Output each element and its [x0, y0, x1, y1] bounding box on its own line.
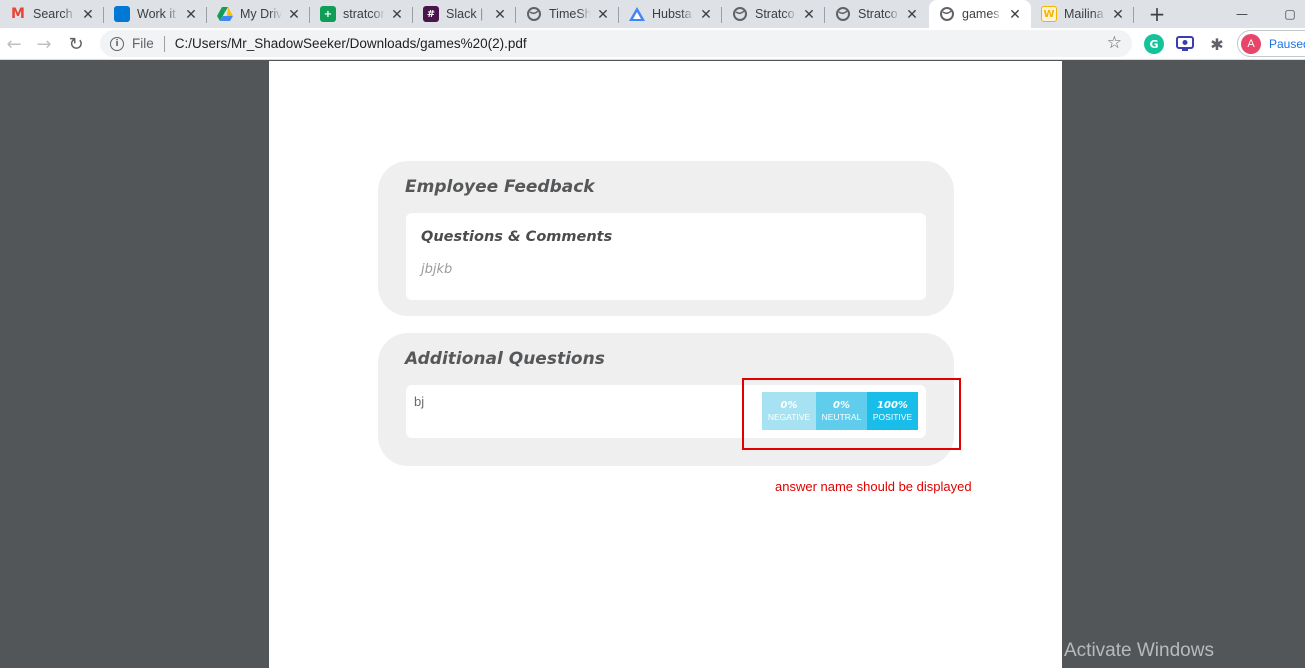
globe-icon: [939, 6, 955, 22]
forward-button[interactable]: →: [32, 32, 56, 56]
tab-title: stratcom: [343, 7, 385, 21]
tab-title: Slack |: [446, 7, 484, 21]
tab-title: Mailina: [1064, 7, 1104, 21]
screen-extension-icon[interactable]: [1175, 34, 1195, 54]
google-sheets-icon: +: [320, 6, 336, 22]
url-text[interactable]: C:/Users/Mr_ShadowSeeker/Downloads/games…: [175, 36, 527, 51]
tab-title: Stratco: [755, 7, 795, 21]
globe-icon: [732, 6, 748, 22]
extensions-puzzle-icon[interactable]: ✱: [1207, 34, 1227, 54]
info-icon[interactable]: i: [110, 36, 124, 51]
tab-stratco-2[interactable]: Stratco ✕: [825, 0, 928, 28]
close-icon[interactable]: ✕: [492, 6, 508, 22]
close-icon[interactable]: ✕: [389, 6, 405, 22]
close-icon[interactable]: ✕: [904, 6, 920, 22]
section-title: Questions & Comments: [421, 229, 613, 245]
activate-windows-watermark: Activate Windows: [1064, 640, 1214, 661]
pdf-page: Employee Feedback Questions & Comments j…: [269, 61, 1062, 668]
annotation-highlight-box: [742, 378, 961, 450]
hubstaff-icon: [629, 6, 645, 22]
tab-slack[interactable]: # Slack | ✕: [413, 0, 516, 28]
tab-gmail-search[interactable]: M Search ✕: [0, 0, 104, 28]
tab-stratco-1[interactable]: Stratco ✕: [722, 0, 825, 28]
close-icon[interactable]: ✕: [1007, 6, 1023, 22]
google-drive-icon: [217, 6, 233, 22]
close-icon[interactable]: ✕: [801, 6, 817, 22]
tab-stratcom-sheet[interactable]: + stratcom ✕: [310, 0, 413, 28]
globe-icon: [835, 6, 851, 22]
bookmark-star-icon[interactable]: ☆: [1107, 33, 1122, 53]
card-title: Additional Questions: [405, 349, 605, 369]
profile-status: Paused: [1269, 36, 1305, 51]
tab-mailing[interactable]: W Mailina ✕: [1031, 0, 1134, 28]
grammarly-extension-icon[interactable]: G: [1144, 34, 1164, 54]
questions-comments-panel: Questions & Comments jbjkb: [406, 213, 926, 300]
question-text: bj: [414, 394, 425, 409]
minimize-button[interactable]: —: [1227, 0, 1257, 28]
slack-icon: #: [423, 6, 439, 22]
browser-toolbar: ← → ↻ i File C:/Users/Mr_ShadowSeeker/Do…: [0, 28, 1305, 60]
tab-hubstaff[interactable]: Hubsta ✕: [619, 0, 722, 28]
close-icon[interactable]: ✕: [1110, 6, 1126, 22]
tab-timesheet[interactable]: TimeSh ✕: [516, 0, 619, 28]
tab-strip: M Search ✕ Work it ✕ My Drive ✕ + stratc…: [0, 0, 1305, 28]
tab-work-items[interactable]: Work it ✕: [104, 0, 207, 28]
tab-title: My Drive: [240, 7, 282, 21]
card-title: Employee Feedback: [405, 177, 595, 197]
answer-text: jbjkb: [421, 262, 453, 277]
close-icon[interactable]: ✕: [80, 6, 96, 22]
azure-devops-icon: [114, 6, 130, 22]
tab-my-drive[interactable]: My Drive ✕: [207, 0, 310, 28]
employee-feedback-card: Employee Feedback Questions & Comments j…: [378, 161, 954, 316]
tab-games-active[interactable]: games ✕: [929, 0, 1031, 28]
mailing-icon: W: [1041, 6, 1057, 22]
address-bar[interactable]: i File C:/Users/Mr_ShadowSeeker/Download…: [100, 30, 1132, 57]
close-icon[interactable]: ✕: [286, 6, 302, 22]
avatar: A: [1241, 33, 1261, 54]
security-label: File: [132, 36, 154, 51]
globe-icon: [526, 6, 542, 22]
gmail-icon: M: [11, 6, 25, 22]
profile-button[interactable]: A Paused: [1237, 30, 1305, 57]
maximize-button[interactable]: ▢: [1275, 0, 1305, 28]
reload-button[interactable]: ↻: [64, 32, 88, 56]
back-button[interactable]: ←: [2, 32, 26, 56]
tab-title: TimeSh: [549, 7, 591, 21]
tab-title: Work it: [137, 7, 176, 21]
tab-title: Hubsta: [652, 7, 692, 21]
new-tab-button[interactable]: +: [1145, 0, 1169, 28]
tab-title: Search: [33, 7, 73, 21]
close-icon[interactable]: ✕: [183, 6, 199, 22]
close-icon[interactable]: ✕: [698, 6, 714, 22]
tab-title: games: [962, 7, 1000, 21]
close-icon[interactable]: ✕: [595, 6, 611, 22]
tab-title: Stratco: [858, 7, 898, 21]
annotation-note: answer name should be displayed: [775, 479, 972, 494]
